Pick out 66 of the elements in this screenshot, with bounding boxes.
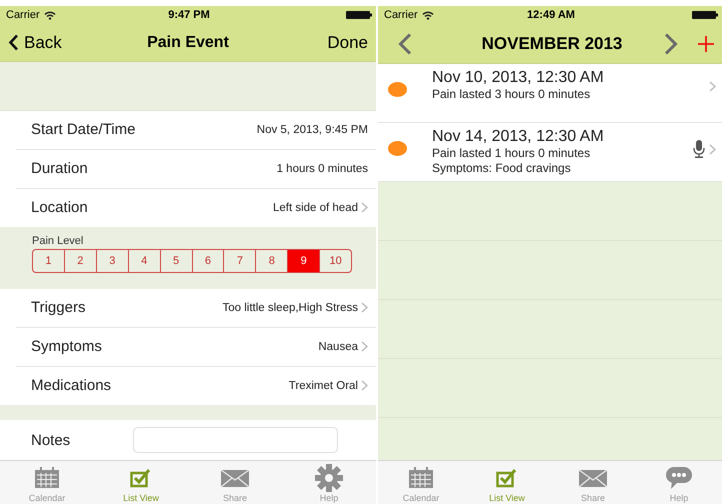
tab[interactable]: List View	[464, 461, 550, 504]
next-month-icon[interactable]	[664, 32, 678, 54]
row-label: Medications	[30, 377, 112, 394]
tab[interactable]: Calendar	[378, 461, 464, 504]
done-button[interactable]: Done	[278, 32, 368, 52]
event-detail: Symptoms: Food cravings	[432, 161, 572, 176]
pain-level-selector[interactable]: 1 2 3 4 5 6 7 8 9 10	[32, 248, 352, 273]
back-button[interactable]: Back	[8, 32, 98, 52]
event-date: Nov 10, 2013, 12:30 AM	[432, 69, 605, 87]
carrier-label: Carrier	[6, 9, 40, 21]
row-value[interactable]: Left side of head	[272, 202, 358, 214]
event-list-item[interactable]: Nov 10, 2013, 12:30 AM Pain lasted 3 hours 0 minutes	[378, 64, 722, 123]
row-label: Symptoms	[30, 338, 102, 355]
add-icon[interactable]	[698, 36, 714, 52]
event-detail: Pain lasted 1 hours 0 minutes	[432, 146, 592, 161]
pain-level-option[interactable]: 7	[223, 250, 256, 272]
tab[interactable]: Help	[636, 461, 722, 504]
tab[interactable]: Help	[282, 461, 376, 504]
row-value[interactable]: Too little sleep,High Stress	[222, 302, 358, 314]
row-value[interactable]: Nov 5, 2013, 9:45 PM	[256, 124, 368, 136]
pain-level-option[interactable]: 2	[64, 250, 96, 272]
chevron-icon	[709, 144, 716, 154]
envelope-icon	[220, 468, 250, 488]
tab[interactable]: List View	[94, 461, 188, 504]
pain-level-option[interactable]: 1	[33, 250, 64, 272]
screen-title: Pain Event	[147, 34, 229, 52]
event-detail: Pain lasted 3 hours 0 minutes	[432, 87, 592, 102]
row-value[interactable]: Nausea	[318, 340, 358, 352]
pain-level-option[interactable]: 4	[128, 250, 160, 272]
row-value[interactable]: Treximet Oral	[288, 380, 358, 392]
pain-level-option[interactable]: 10	[319, 250, 351, 272]
pain-level-option[interactable]: 9	[287, 250, 320, 272]
gear-icon	[315, 464, 343, 492]
event-date: Nov 14, 2013, 12:30 AM	[432, 128, 605, 146]
tab[interactable]: Calendar	[0, 461, 94, 504]
tab[interactable]: Share	[550, 461, 636, 504]
notes-label: Notes	[30, 432, 70, 449]
tab[interactable]: Share	[188, 461, 282, 504]
clock-time: 12:49 AM	[527, 9, 575, 21]
chevron-icon	[709, 81, 716, 92]
calendar-icon	[34, 467, 60, 489]
back-chevron-icon	[8, 34, 19, 51]
speech-bubble-icon	[665, 466, 693, 490]
checkbox-icon	[496, 468, 518, 488]
month-title: NOVEMBER 2013	[482, 34, 622, 54]
envelope-icon	[578, 468, 608, 488]
checkbox-icon	[130, 468, 152, 488]
row-label: Duration	[30, 160, 88, 178]
row-value[interactable]: 1 hours 0 minutes	[276, 162, 368, 175]
event-list-item[interactable]: Nov 14, 2013, 12:30 AM Pain lasted 1 hours 0 minutes Symptoms: Food cravings	[378, 123, 722, 182]
row-label: Start Date/Time	[30, 121, 136, 138]
carrier-label: Carrier	[384, 9, 418, 21]
row-label: Location	[30, 199, 88, 216]
clock-time: 9:47 PM	[168, 9, 210, 21]
calendar-icon	[408, 467, 434, 489]
pain-level-option[interactable]: 3	[96, 250, 128, 272]
row-label: Triggers	[30, 299, 86, 316]
pain-level-option[interactable]: 5	[160, 250, 192, 272]
pain-level-option[interactable]: 6	[192, 250, 224, 272]
wifi-icon	[44, 10, 56, 20]
notes-field[interactable]	[133, 427, 338, 454]
wifi-icon	[422, 10, 434, 20]
section-label: Pain Level	[32, 234, 84, 247]
battery-icon	[346, 11, 372, 19]
battery-icon	[692, 11, 718, 19]
previous-month-icon[interactable]	[398, 32, 412, 54]
